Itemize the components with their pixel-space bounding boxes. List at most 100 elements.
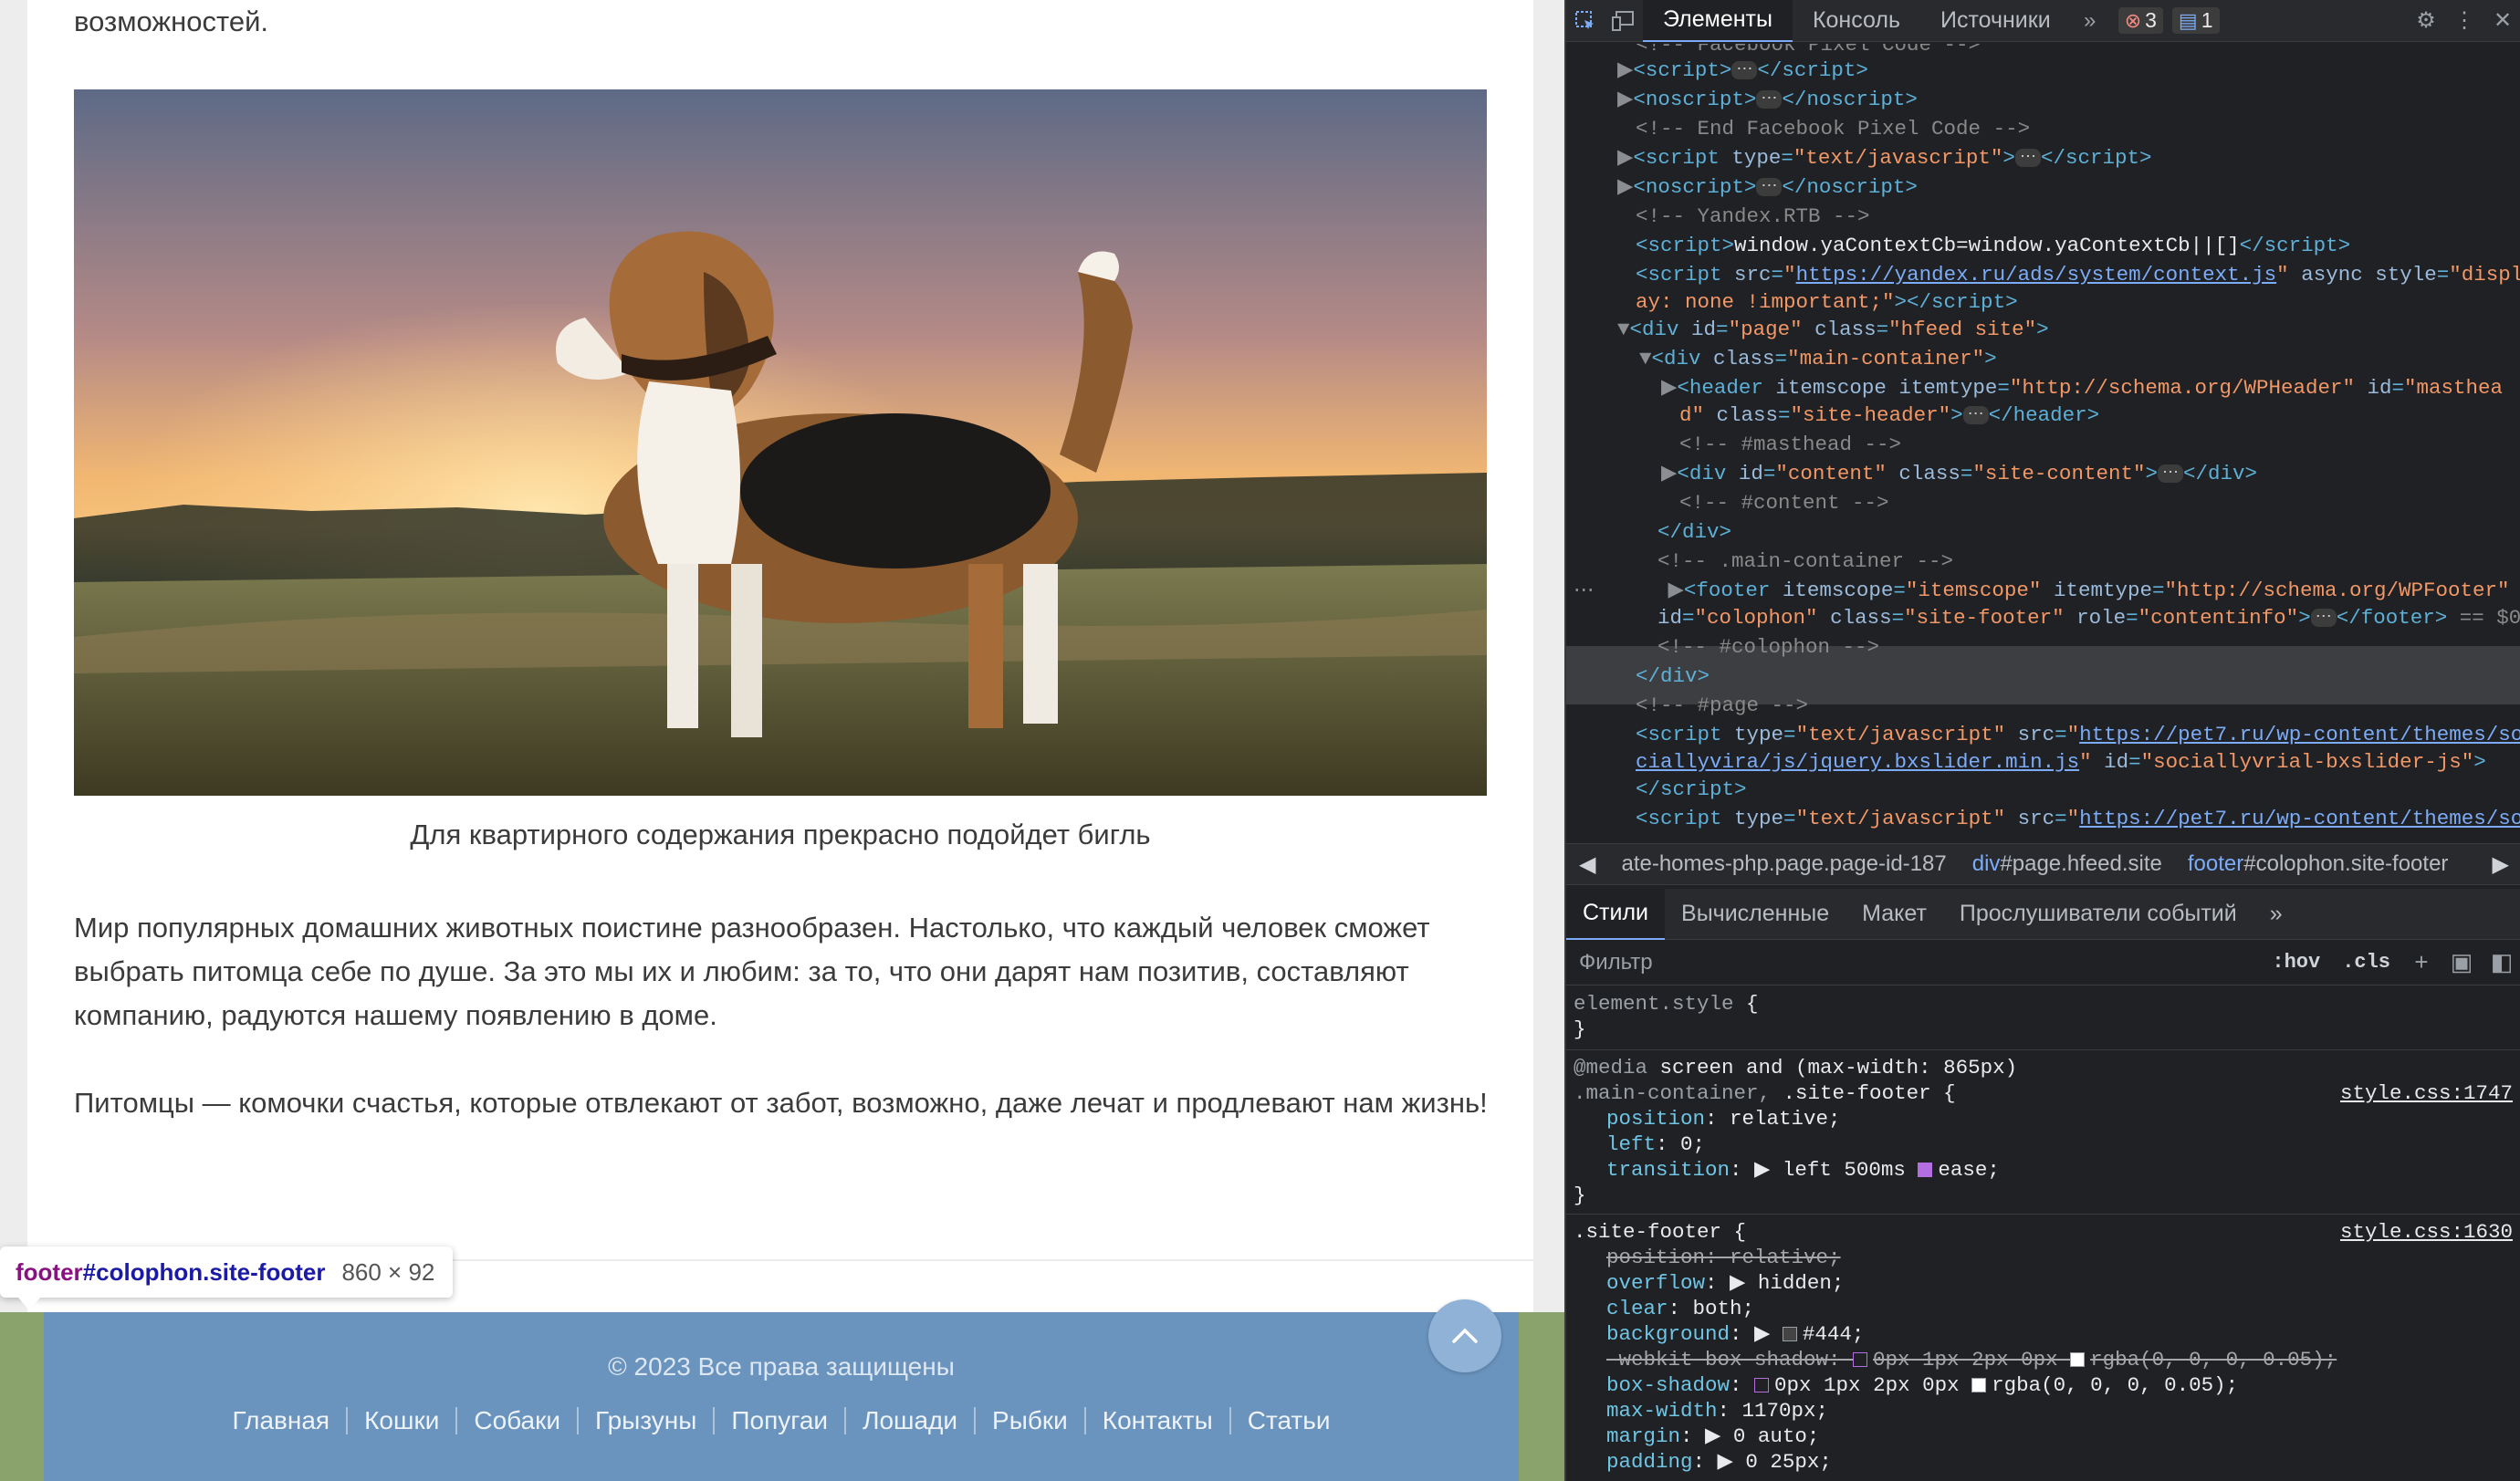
tab-sources[interactable]: Источники [1920, 0, 2071, 42]
styles-tabbar: Стили Вычисленные Макет Прослушиватели с… [1566, 888, 2520, 940]
dom-line[interactable]: <script type="text/javascript" src="http… [1636, 805, 2520, 834]
device-toggle-icon[interactable] [1605, 0, 1643, 42]
dom-line[interactable]: <script src="https://yandex.ru/ads/syste… [1636, 261, 2520, 290]
tooltip-arrow [18, 1298, 40, 1310]
footer-margin-overlay [1519, 1312, 1564, 1481]
css-declaration[interactable]: box-shadow: 0px 1px 2px 0px rgba(0, 0, 0… [1606, 1372, 2238, 1398]
dom-line: id="colophon" class="site-footer" role="… [1657, 606, 2520, 630]
more-tabs-icon[interactable]: » [2253, 889, 2299, 940]
dom-line-selected[interactable]: ⋯ ▶<footer itemscope="itemscope" itemtyp… [1574, 577, 2510, 606]
dom-line[interactable]: <script type="text/javascript" src="http… [1636, 721, 2520, 750]
css-declaration-overridden[interactable]: position: relative; [1606, 1245, 1841, 1270]
footer-link-articles[interactable]: Статьи [1229, 1407, 1347, 1434]
dom-line: </div> [1636, 664, 1710, 688]
sidebar-toggle-icon[interactable]: ◧ [2482, 948, 2520, 976]
tab-event-listeners[interactable]: Прослушиватели событий [1943, 889, 2253, 940]
css-declaration[interactable]: padding: ▶ 0 25px; [1606, 1449, 1832, 1475]
inspect-tooltip: footer#colophon.site-footer 860 × 92 [0, 1246, 454, 1298]
footer-link-home[interactable]: Главная [216, 1407, 347, 1434]
breadcrumb-item[interactable]: div#page.hfeed.site [1960, 851, 2175, 877]
dom-line: ay: none !important;"></script> [1636, 290, 2018, 314]
dom-line: <!-- Yandex.RTB --> [1636, 204, 1870, 228]
css-declaration[interactable]: position: relative; [1606, 1106, 1841, 1132]
css-declaration[interactable]: transition: ▶ left 500ms ease; [1606, 1157, 2000, 1183]
styles-pane[interactable]: element.style { } @media screen and (max… [1566, 987, 2520, 1481]
dom-line[interactable]: ▶<noscript> ⋯ </noscript> [1617, 173, 1918, 203]
message-count: 1 [2201, 8, 2213, 32]
css-declaration[interactable]: margin: ▶ 0 auto; [1606, 1424, 1819, 1449]
stylesheet-link[interactable]: style.css:1630 [2340, 1219, 2513, 1245]
breadcrumb-text: #page.hfeed.site [2000, 851, 2162, 876]
dom-breadcrumbs: ◀ ate-homes-php.page.page-id-187 div#pag… [1566, 843, 2520, 885]
dom-line[interactable]: ▼<div class="main-container"> [1639, 345, 1997, 374]
image-caption: Для квартирного содержания прекрасно под… [410, 819, 1151, 850]
dom-tree[interactable]: <!-- Facebook Pixel Code --> ▶<script> ⋯ <… [1566, 44, 2520, 843]
stylesheet-link[interactable]: style.css:1747 [2340, 1080, 2513, 1106]
styles-filter-input[interactable] [1579, 946, 2209, 978]
rule-divider [1566, 1049, 2520, 1050]
error-badge[interactable]: ⊗ 3 [2117, 7, 2163, 34]
footer-link-parrots[interactable]: Попугаи [713, 1407, 844, 1434]
footer-link-contacts[interactable]: Контакты [1083, 1407, 1229, 1434]
tab-styles[interactable]: Стили [1566, 888, 1666, 940]
dom-line[interactable]: ▶<script type="text/javascript"> ⋯ </scrip… [1617, 144, 2151, 173]
breadcrumb-tag: div [1971, 851, 2001, 876]
close-icon[interactable]: ✕ [2483, 0, 2520, 42]
inspect-element-icon[interactable] [1566, 0, 1605, 42]
footer-link-fish[interactable]: Рыбки [974, 1407, 1084, 1434]
tab-console[interactable]: Консоль [1793, 0, 1920, 42]
css-rule-selector: .site-footer { [1574, 1220, 1747, 1244]
article-paragraph: Мир популярных домашних животных поистин… [74, 912, 1430, 1031]
kebab-menu-icon[interactable]: ⋮ [2445, 0, 2483, 42]
breadcrumb-item-active[interactable]: footer#colophon.site-footer [2175, 851, 2462, 877]
css-declaration[interactable]: left: 0; [1606, 1132, 1705, 1157]
css-brace: } [1574, 1184, 1586, 1207]
dom-line[interactable]: ▶<header itemscope itemtype="http://sche… [1661, 374, 2503, 403]
tab-computed[interactable]: Вычисленные [1665, 889, 1846, 940]
devtools-toolbar: Элементы Консоль Источники » ⊗ 3 ▤ 1 ⚙ ⋮… [1566, 0, 2520, 42]
css-media-query: @media screen and (max-width: 865px) [1574, 1056, 2018, 1079]
gear-icon[interactable]: ⚙ [2407, 0, 2445, 42]
tooltip-size: 860 × 92 [341, 1257, 435, 1286]
dom-line: d" class="site-header"> ⋯ </header> [1679, 403, 2100, 427]
more-tabs-icon[interactable]: » [2071, 0, 2109, 42]
breadcrumb-scroll-right-icon[interactable]: ▶ [2480, 851, 2520, 878]
css-declaration[interactable]: clear: both; [1606, 1296, 1754, 1321]
dom-line[interactable]: ▶<div id="content" class="site-content">… [1661, 460, 2257, 489]
tab-elements[interactable]: Элементы [1643, 0, 1793, 42]
message-badge[interactable]: ▤ 1 [2171, 7, 2220, 34]
copyright-text: © 2023 Все права защищены [608, 1352, 955, 1381]
css-rule-element-style: element.style { [1574, 992, 1759, 1016]
styles-filter-bar: :hov .cls + ▣ ◧ [1566, 940, 2520, 986]
css-declaration-overridden[interactable]: -webkit-box-shadow: 0px 1px 2px 0px rgba… [1606, 1347, 2337, 1372]
css-brace: } [1574, 1017, 1586, 1041]
breadcrumb-text: #colophon.site-footer [2243, 851, 2449, 876]
tab-layout[interactable]: Макет [1846, 889, 1943, 940]
error-icon: ⊗ [2124, 8, 2142, 32]
footer-link-horses[interactable]: Лошади [844, 1407, 974, 1434]
hov-toggle[interactable]: :hov [2261, 951, 2331, 974]
dom-line[interactable]: <script>window.yaContextCb=window.yaCont… [1636, 232, 2350, 261]
cls-toggle[interactable]: .cls [2331, 951, 2401, 974]
css-declaration[interactable]: background: ▶ #444; [1606, 1321, 1864, 1347]
dom-line[interactable]: ▼<div id="page" class="hfeed site"> [1617, 316, 2049, 345]
dom-line[interactable]: ▶<script> ⋯ </script> [1617, 57, 1868, 86]
breadcrumb-item[interactable]: ate-homes-php.page.page-id-187 [1608, 851, 1959, 877]
chevron-up-icon [1452, 1328, 1478, 1343]
article-paragraph: Питомцы — комочки счастья, которые отвле… [74, 1087, 1488, 1119]
selected-marker: == $0 [2459, 606, 2520, 630]
paint-brush-icon[interactable]: ▣ [2442, 948, 2482, 976]
footer-link-dogs[interactable]: Собаки [455, 1407, 577, 1434]
dom-line: <!-- #page --> [1636, 694, 1809, 717]
dom-line[interactable]: ▶<noscript> ⋯ </noscript> [1617, 86, 1918, 115]
css-declaration[interactable]: overflow: ▶ hidden; [1606, 1270, 1844, 1296]
tooltip-tag: footer [16, 1257, 83, 1286]
breadcrumb-scroll-left-icon[interactable]: ◀ [1566, 851, 1608, 878]
footer-link-rodents[interactable]: Грызуны [577, 1407, 713, 1434]
new-rule-plus-icon[interactable]: + [2401, 948, 2442, 976]
scroll-to-top-button[interactable] [1428, 1299, 1501, 1372]
footer-link-cats[interactable]: Кошки [346, 1407, 455, 1434]
css-declaration[interactable]: max-width: 1170px; [1606, 1398, 1828, 1424]
dom-line: <!-- #colophon --> [1657, 635, 1880, 659]
dom-line: </div> [1657, 520, 1732, 544]
